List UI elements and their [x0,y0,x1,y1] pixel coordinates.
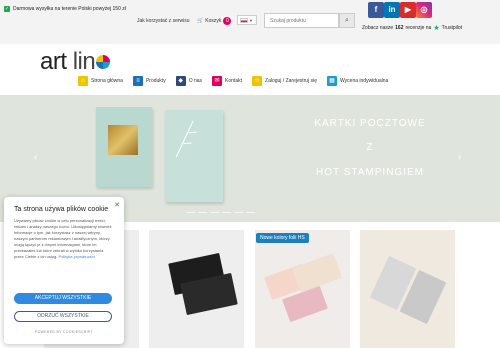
nav-item-home[interactable]: ⌂ Strona główna [78,73,123,89]
trustpilot-star-icon: ★ [433,25,440,32]
close-icon[interactable]: ✕ [114,201,120,209]
trustpilot-label: Trustpilot [441,25,463,31]
cookie-banner: ✕ Ta strona używa plików cookie Używamy … [4,197,124,344]
artline-logo[interactable]: art lin [40,48,111,76]
privacy-policy-link[interactable]: Polityka prywatności [58,254,94,259]
product-tile[interactable] [255,230,350,348]
check-icon: ✓ [4,6,10,12]
cart-icon: 🛒 [197,18,204,24]
product-tile[interactable] [149,230,244,348]
linkedin-icon[interactable]: in [384,2,400,18]
nav-item-label: Wycena indywidualna [339,78,389,84]
hero-title-line3: HOT STAMPINGIEM [316,167,424,178]
postcard-gold-image [96,107,152,187]
nav-item-label: Kontakt [225,78,243,84]
main-nav: ⌂ Strona główna ≡ Produkty ◆ O nas ✉ Kon… [78,73,398,89]
how-to-use-link[interactable]: Jak korzystać z serwisu [137,18,190,24]
cart-link[interactable]: 🛒 Koszyk 0 [197,17,232,25]
nav-item-label: O nas [188,78,203,84]
language-selector[interactable]: ▼ [237,15,257,25]
new-colors-badge: Nowe kolory folii HS [256,233,309,243]
search-input[interactable] [264,13,339,28]
reviews-count: 162 [395,25,404,31]
slider-dots[interactable] [186,212,255,213]
mail-icon: ✉ [212,76,223,86]
nav-item-login[interactable]: ☺ Zaloguj / Zarejestruj się [252,73,317,89]
reviews-suffix: recenzje na [405,25,432,31]
instagram-icon[interactable]: ◎ [416,2,432,18]
nav-item-label: Strona główna [91,78,123,84]
facebook-icon[interactable]: f [368,2,384,18]
nav-item-products[interactable]: ≡ Produkty [132,73,166,89]
powered-by-label: POWERED BY COOKIESCRIPT [35,330,93,334]
search-button[interactable]: ⌕ [339,13,355,28]
postcard-leaf-image [165,110,223,202]
poland-flag-icon [240,17,248,23]
hero-title-line2: Z [366,142,374,153]
youtube-icon[interactable]: ▶ [400,2,416,18]
accept-all-button[interactable]: AKCEPTUJ WSZYSTKIE [14,293,112,304]
tag-icon: ◆ [175,76,186,86]
logo-line: lin [72,48,96,75]
logo-color-mark-icon [96,55,111,69]
nav-item-quote[interactable]: ▦ Wycena indywidualna [326,73,389,89]
cart-count-badge: 0 [223,17,232,25]
cookie-title: Ta strona używa plików cookie [14,206,109,213]
hero-title-line1: KARTKI POCZTOWE [314,118,426,129]
nav-item-label: Produkty [145,78,166,84]
search-icon: ⌕ [345,17,349,24]
reviews-prefix: Zobacz nasze [362,25,394,31]
chevron-down-icon: ▼ [249,17,253,23]
nav-item-about[interactable]: ◆ O nas [175,73,203,89]
product-tile[interactable] [360,230,455,348]
home-icon: ⌂ [78,76,88,86]
logo-art: art [40,48,67,75]
calc-icon: ▦ [326,76,337,86]
reject-all-button[interactable]: ODRZUĆ WSZYSTKIE [14,311,112,322]
cart-label: Koszyk [205,18,222,24]
nav-item-contact[interactable]: ✉ Kontakt [212,73,242,89]
list-icon: ≡ [132,76,143,86]
slider-prev-icon[interactable]: ‹ [34,152,37,163]
free-shipping-notice: ✓ Darmowa wysyłka na terenie Polski powy… [4,6,126,12]
trustpilot-reviews[interactable]: Zobacz nasze 162 recenzje na ★ Trustpilo… [362,24,462,32]
user-icon: ☺ [252,76,263,86]
nav-item-label: Zaloguj / Zarejestruj się [265,78,317,84]
slider-next-icon[interactable]: › [458,152,461,163]
cookie-body: Używamy plików cookie w celu personaliza… [14,218,114,260]
free-shipping-text: Darmowa wysyłka na terenie Polski powyże… [13,6,126,12]
cookie-text: Używamy plików cookie w celu personaliza… [14,218,112,259]
